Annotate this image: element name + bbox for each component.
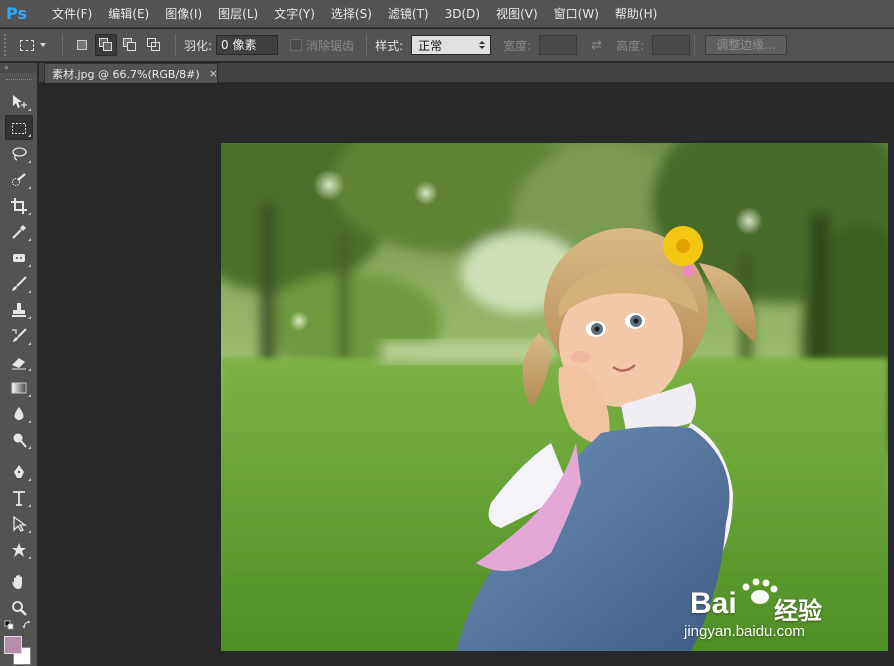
menu-view[interactable]: 视图(V) — [488, 0, 546, 28]
subtract-selection-button[interactable] — [119, 34, 141, 56]
marquee-icon — [20, 39, 34, 51]
style-label: 样式: — [375, 38, 404, 53]
quick-select-tool[interactable] — [5, 167, 33, 192]
spot-healing-tool[interactable] — [5, 245, 33, 270]
watermark-suffix: 经验 — [774, 597, 822, 625]
menu-image[interactable]: 图像(I) — [157, 0, 210, 28]
separator — [694, 34, 696, 56]
swap-dimensions-icon[interactable]: ⇄ — [591, 38, 602, 53]
history-brush-icon — [12, 327, 27, 342]
path-select-tool[interactable] — [5, 511, 33, 536]
eyedropper-icon — [12, 224, 26, 239]
shape-icon — [12, 542, 26, 557]
height-label: 高度: — [616, 38, 645, 53]
menu-layer[interactable]: 图层(L) — [210, 0, 266, 28]
separator — [62, 34, 63, 56]
watermark-brand: Bai — [690, 587, 737, 620]
intersect-selection-icon — [147, 38, 161, 52]
menu-window[interactable]: 窗口(W) — [546, 0, 607, 28]
document-tab-bar: 素材.jpg @ 66.7%(RGB/8#) × — [39, 63, 894, 83]
lasso-icon — [12, 146, 27, 161]
path-select-icon — [13, 515, 27, 532]
new-selection-icon — [77, 40, 87, 50]
healing-icon — [13, 253, 25, 262]
gradient-icon — [11, 382, 27, 393]
move-tool[interactable] — [5, 89, 33, 114]
photoshop-logo: Ps — [6, 3, 27, 23]
menu-bar: Ps 文件(F) 编辑(E) 图像(I) 图层(L) 文字(Y) 选择(S) 滤… — [0, 0, 894, 28]
style-select[interactable]: 正常 — [411, 35, 492, 55]
style-select-value: 正常 — [418, 38, 443, 53]
zoom-tool[interactable] — [5, 595, 33, 620]
menu-type[interactable]: 文字(Y) — [266, 0, 323, 28]
tools-panel: » — [0, 63, 38, 666]
separator — [175, 34, 176, 56]
brush-icon — [12, 275, 27, 291]
panel-grip[interactable] — [5, 79, 32, 81]
add-to-selection-button[interactable] — [95, 34, 117, 56]
width-input[interactable] — [539, 35, 578, 55]
history-brush-tool[interactable] — [5, 323, 33, 348]
refine-edge-button[interactable]: 调整边缘... — [705, 35, 787, 55]
zoom-icon — [12, 600, 27, 616]
eyedropper-tool[interactable] — [5, 219, 33, 244]
document-tab-label: 素材.jpg @ 66.7%(RGB/8#) — [52, 67, 200, 81]
crop-icon — [11, 197, 27, 214]
watermark-url: jingyan.baidu.com — [684, 623, 805, 640]
intersect-selection-button[interactable] — [143, 34, 165, 56]
width-label: 宽度: — [503, 38, 532, 53]
menu-select[interactable]: 选择(S) — [323, 0, 380, 28]
stamp-icon — [12, 302, 26, 317]
pen-tool[interactable] — [5, 459, 33, 484]
menu-filter[interactable]: 滤镜(T) — [380, 0, 437, 28]
foreground-color-swatch[interactable] — [4, 636, 22, 654]
antialias-checkbox[interactable] — [290, 39, 303, 51]
collapse-panel-icon[interactable]: » — [0, 63, 37, 73]
close-icon[interactable]: × — [209, 67, 218, 80]
default-colors-icon[interactable] — [4, 620, 34, 630]
subtract-selection-icon — [123, 38, 137, 52]
feather-label: 羽化: — [184, 38, 213, 53]
blur-tool[interactable] — [5, 401, 33, 426]
blur-icon — [14, 406, 24, 420]
custom-shape-tool[interactable] — [5, 537, 33, 562]
quick-select-icon — [12, 172, 26, 186]
move-icon — [13, 94, 27, 108]
document-tab[interactable]: 素材.jpg @ 66.7%(RGB/8#) × — [44, 63, 218, 83]
eraser-icon — [12, 357, 26, 369]
dodge-icon — [13, 433, 27, 448]
height-input[interactable] — [652, 35, 691, 55]
rect-marquee-tool[interactable] — [5, 115, 33, 140]
clone-stamp-tool[interactable] — [5, 297, 33, 322]
eraser-tool[interactable] — [5, 349, 33, 374]
menu-3d[interactable]: 3D(D) — [437, 0, 488, 28]
baidu-watermark: Bai 经验 jingyan.baidu.com — [684, 573, 854, 645]
menu-edit[interactable]: 编辑(E) — [100, 0, 157, 28]
hand-icon — [12, 574, 22, 589]
options-bar-grip[interactable] — [4, 34, 10, 56]
crop-tool[interactable] — [5, 193, 33, 218]
color-swatches — [4, 636, 34, 666]
add-selection-icon — [99, 38, 113, 52]
type-tool[interactable] — [5, 485, 33, 510]
chevron-down-icon — [40, 43, 46, 47]
marquee-icon — [12, 122, 26, 134]
menu-help[interactable]: 帮助(H) — [607, 0, 665, 28]
antialias-label: 消除锯齿 — [306, 38, 355, 53]
lasso-tool[interactable] — [5, 141, 33, 166]
options-bar: 羽化: 0 像素 消除锯齿 样式: 正常 宽度: ⇄ 高度: 调整边缘... — [0, 29, 894, 62]
dodge-tool[interactable] — [5, 427, 33, 452]
new-selection-button[interactable] — [71, 34, 93, 56]
separator — [366, 34, 368, 56]
feather-input[interactable]: 0 像素 — [216, 35, 279, 55]
type-icon — [13, 490, 25, 506]
hand-tool[interactable] — [5, 569, 33, 594]
tool-preset-picker[interactable] — [20, 34, 54, 56]
menu-file[interactable]: 文件(F) — [44, 0, 100, 28]
brush-tool[interactable] — [5, 271, 33, 296]
gradient-tool[interactable] — [5, 375, 33, 400]
select-arrows-icon — [479, 41, 486, 49]
pen-icon — [14, 464, 24, 478]
